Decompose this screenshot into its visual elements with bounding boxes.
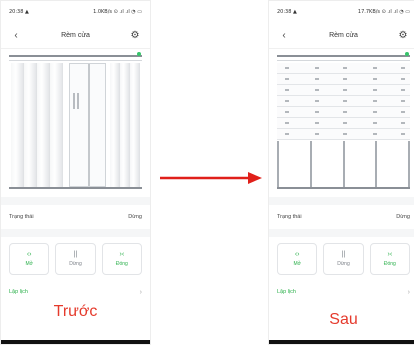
phone-after: 20:38 ▲ 17.7KB/s ⊙ .ıl .ıl ◔ ▭ ‹ Rèm cửa… — [268, 0, 414, 345]
app-header: ‹ Rèm cửa ⚙ — [1, 23, 150, 49]
state-value: Dừng — [128, 214, 142, 220]
schedule-label: Lập lịch — [9, 289, 28, 295]
expand-arrows-icon: ‹› — [294, 251, 300, 258]
stop-button[interactable]: || Dừng — [55, 243, 96, 275]
open-label: Mở — [25, 261, 33, 267]
close-label: Đóng — [115, 261, 128, 267]
open-button[interactable]: ‹› Mở — [277, 243, 318, 275]
status-signal: 1.0KB/s ⊙ .ıl .ıl ◔ ▭ — [93, 9, 142, 15]
schedule-label: Lập lịch — [277, 289, 296, 295]
state-row: Trạng thái Dừng — [269, 205, 414, 229]
curtain-controls: ‹› Mở || Dừng ›‹ Đóng — [269, 237, 414, 281]
status-signal: 17.7KB/s ⊙ .ıl .ıl ◔ ▭ — [357, 9, 410, 15]
gear-icon[interactable]: ⚙ — [128, 29, 142, 43]
stop-button[interactable]: || Dừng — [323, 243, 364, 275]
pause-icon: || — [341, 251, 346, 258]
caption-before: Trước — [53, 303, 98, 320]
blinds — [277, 63, 410, 141]
stop-label: Dừng — [337, 261, 350, 267]
collapse-arrows-icon: ›‹ — [387, 251, 393, 258]
stop-label: Dừng — [69, 261, 82, 267]
nav-bar — [1, 340, 150, 344]
comparison-stage: 20:38 ▲ 1.0KB/s ⊙ .ıl .ıl ◔ ▭ ‹ Rèm cửa … — [0, 0, 414, 345]
curtain-right — [110, 63, 140, 187]
window-handle — [77, 93, 79, 109]
caption-after: Sau — [329, 311, 358, 328]
floor-line — [9, 187, 142, 189]
floor-line — [277, 187, 410, 189]
window-divider — [87, 64, 90, 186]
chevron-left-icon[interactable]: ‹ — [9, 29, 23, 43]
blinds-visual — [275, 49, 412, 197]
schedule-row[interactable]: Lập lịch › — [1, 281, 150, 303]
status-time: 20:38 ▲ — [9, 9, 29, 15]
chevron-right-icon: › — [139, 288, 142, 296]
nav-bar — [269, 340, 414, 344]
open-label: Mở — [293, 261, 301, 267]
curtain-left — [11, 63, 63, 187]
state-value: Dừng — [396, 214, 410, 220]
status-bar: 20:38 ▲ 1.0KB/s ⊙ .ıl .ıl ◔ ▭ — [1, 1, 150, 23]
arrow-right-icon — [160, 172, 262, 184]
close-button[interactable]: ›‹ Đóng — [101, 243, 142, 275]
state-label: Trạng thái — [9, 214, 34, 220]
window-posts — [277, 141, 410, 187]
state-label: Trạng thái — [277, 214, 302, 220]
state-row: Trạng thái Dừng — [1, 205, 150, 229]
expand-arrows-icon: ‹› — [26, 251, 32, 258]
chevron-left-icon[interactable]: ‹ — [277, 29, 291, 43]
app-header: ‹ Rèm cửa ⚙ — [269, 23, 414, 49]
curtain-visual — [7, 49, 144, 197]
gear-icon[interactable]: ⚙ — [396, 29, 410, 43]
close-button[interactable]: ›‹ Đóng — [369, 243, 410, 275]
pause-icon: || — [73, 251, 78, 258]
collapse-arrows-icon: ›‹ — [119, 251, 125, 258]
status-time: 20:38 ▲ — [277, 9, 297, 15]
curtain-rail — [277, 52, 410, 61]
open-button[interactable]: ‹› Mở — [9, 243, 50, 275]
curtain-controls: ‹› Mở || Dừng ›‹ Đóng — [1, 237, 150, 281]
online-indicator — [405, 52, 409, 56]
page-title: Rèm cửa — [61, 32, 90, 39]
status-bar: 20:38 ▲ 17.7KB/s ⊙ .ıl .ıl ◔ ▭ — [269, 1, 414, 23]
curtain-rail — [9, 52, 142, 61]
online-indicator — [137, 52, 141, 56]
window-handle — [73, 93, 75, 109]
schedule-row[interactable]: Lập lịch › — [269, 281, 414, 303]
chevron-right-icon: › — [407, 288, 410, 296]
close-label: Đóng — [383, 261, 396, 267]
window-glass — [69, 63, 106, 187]
phone-before: 20:38 ▲ 1.0KB/s ⊙ .ıl .ıl ◔ ▭ ‹ Rèm cửa … — [0, 0, 151, 345]
page-title: Rèm cửa — [329, 32, 358, 39]
